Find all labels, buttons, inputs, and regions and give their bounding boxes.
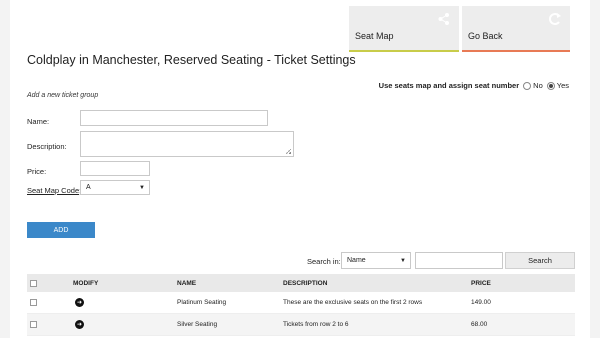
seat-map-code-label: Seat Map Code:: [27, 186, 81, 195]
name-label: Name:: [27, 117, 50, 126]
header-modify: MODIFY: [73, 279, 99, 287]
table-header: MODIFY NAME DESCRIPTION PRICE: [27, 274, 575, 292]
seat-map-tile[interactable]: Seat Map: [349, 6, 459, 52]
seat-map-code-select[interactable]: A ▼: [80, 180, 150, 195]
row-description: These are the exclusive seats on the fir…: [283, 299, 423, 306]
seat-map-option: Use seats map and assign seat number No …: [379, 81, 569, 90]
price-field[interactable]: [80, 161, 150, 176]
header-description: DESCRIPTION: [283, 279, 328, 287]
search-input[interactable]: [415, 252, 503, 269]
row-description: Tickets from row 2 to 6: [283, 321, 349, 328]
caret-down-icon: ▼: [400, 257, 406, 264]
yes-label: Yes: [556, 81, 569, 90]
name-field[interactable]: [80, 110, 268, 126]
caret-down-icon: ▼: [139, 184, 145, 191]
search-in-label: Search in:: [307, 257, 341, 266]
circular-arrow-icon: [549, 13, 561, 25]
page-title: Coldplay in Manchester, Reserved Seating…: [27, 53, 356, 67]
row-price: 149.00: [471, 299, 491, 306]
option-yes[interactable]: Yes: [546, 81, 569, 90]
header-price: PRICE: [471, 279, 491, 287]
search-field-value: Name: [347, 257, 366, 264]
description-label: Description:: [27, 142, 67, 151]
form-subheading: Add a new ticket group: [27, 92, 99, 99]
yes-radio[interactable]: [546, 81, 555, 90]
description-field[interactable]: [80, 131, 294, 157]
seat-map-tile-label: Seat Map: [355, 31, 394, 41]
search-field-select[interactable]: Name ▼: [341, 252, 411, 269]
page: Seat Map Go Back Coldplay in Manchester,…: [10, 0, 590, 338]
seat-map-code-link[interactable]: Seat Map Code: [27, 186, 79, 195]
row-checkbox[interactable]: [30, 321, 37, 328]
seat-map-option-label: Use seats map and assign seat number: [378, 81, 520, 90]
row-name: Silver Seating: [177, 321, 218, 328]
arrow-right-circle-icon[interactable]: ➜: [75, 320, 84, 329]
add-button[interactable]: ADD: [27, 222, 95, 238]
go-back-tile[interactable]: Go Back: [462, 6, 570, 52]
price-label: Price:: [27, 167, 47, 176]
option-no[interactable]: No: [523, 81, 543, 90]
go-back-tile-label: Go Back: [468, 31, 503, 41]
row-checkbox[interactable]: [30, 299, 37, 306]
row-name: Platinum Seating: [177, 299, 227, 306]
table-row: ➜ Platinum Seating These are the exclusi…: [27, 292, 575, 314]
table-row: ➜ Silver Seating Tickets from row 2 to 6…: [27, 314, 575, 336]
row-price: 68.00: [471, 321, 488, 328]
share-nodes-icon: [438, 13, 449, 25]
header-name: NAME: [177, 279, 197, 287]
no-radio[interactable]: [523, 81, 532, 90]
search-button[interactable]: Search: [505, 252, 575, 269]
ticket-groups-table: MODIFY NAME DESCRIPTION PRICE ➜ Platinum…: [27, 274, 575, 336]
no-label: No: [533, 81, 543, 90]
arrow-right-circle-icon[interactable]: ➜: [75, 298, 84, 307]
seat-map-code-value: A: [86, 184, 91, 191]
select-all-checkbox[interactable]: [30, 279, 37, 287]
